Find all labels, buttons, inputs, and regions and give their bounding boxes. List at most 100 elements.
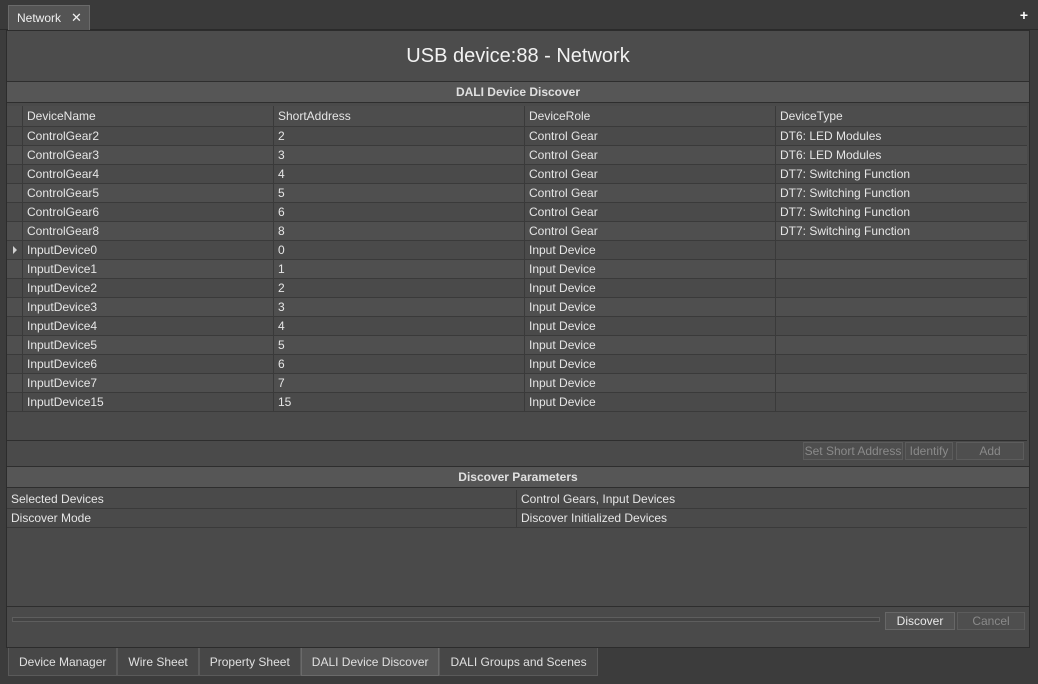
- table-row[interactable]: InputDevice5 5 Input Device: [7, 336, 1027, 355]
- tab-network[interactable]: Network ✕: [8, 5, 90, 30]
- discover-section-header: DALI Device Discover: [7, 81, 1029, 103]
- cell-device-type: DT7: Switching Function: [780, 205, 911, 219]
- cell-device-name: ControlGear4: [23, 165, 274, 183]
- tab-dali-device-discover[interactable]: DALI Device Discover: [300, 648, 440, 676]
- table-row[interactable]: InputDevice0 0 Input Device: [7, 241, 1027, 260]
- cell-device-role: Input Device: [525, 241, 776, 259]
- cell-short-address: 2: [274, 279, 525, 297]
- discover-controls: Discover Cancel: [7, 606, 1029, 634]
- column-header-devicetype[interactable]: DeviceType: [776, 106, 1027, 126]
- cell-device-type: DT6: LED Modules: [780, 148, 882, 162]
- cell-short-address: 6: [274, 203, 525, 221]
- column-header-devicename[interactable]: DeviceName: [23, 106, 274, 126]
- set-short-address-button[interactable]: Set Short Address: [803, 442, 903, 460]
- tab-dali-groups-and-scenes[interactable]: DALI Groups and Scenes: [439, 648, 598, 676]
- cell-short-address: 3: [274, 146, 525, 164]
- cell-device-type: DT6: LED Modules: [780, 129, 882, 143]
- row-indicator: [7, 374, 23, 392]
- cell-device-role: Input Device: [525, 355, 776, 373]
- column-header-shortaddress[interactable]: ShortAddress: [274, 106, 525, 126]
- cell-device-type: DT7: Switching Function: [780, 167, 911, 181]
- cell-device-role: Control Gear: [525, 222, 776, 240]
- cell-device-type: [776, 355, 1027, 373]
- cell-device-role: Control Gear: [525, 146, 776, 164]
- param-row-selected-devices[interactable]: Selected Devices Control Gears, Input De…: [7, 490, 1027, 509]
- cell-short-address: 1: [274, 260, 525, 278]
- cell-device-role: Input Device: [525, 298, 776, 316]
- cell-device-role: Control Gear: [525, 127, 776, 145]
- param-label: Selected Devices: [7, 490, 517, 508]
- row-indicator: [7, 393, 23, 411]
- cell-short-address: 4: [274, 165, 525, 183]
- tab-network-label: Network: [17, 11, 62, 25]
- cell-short-address: 8: [274, 222, 525, 240]
- grid-actions: Set Short Address Identify Add: [7, 442, 1029, 466]
- grid-header-row: DeviceName ShortAddress DeviceRole Devic…: [7, 106, 1027, 127]
- table-row[interactable]: InputDevice15 15 Input Device: [7, 393, 1027, 412]
- device-grid: DeviceName ShortAddress DeviceRole Devic…: [7, 106, 1027, 441]
- cell-device-role: Input Device: [525, 317, 776, 335]
- cell-device-name: ControlGear3: [23, 146, 274, 164]
- row-indicator: [7, 260, 23, 278]
- parameters-section-header: Discover Parameters: [7, 466, 1029, 488]
- cell-short-address: 15: [274, 393, 525, 411]
- param-value[interactable]: Discover Initialized Devices: [517, 509, 1027, 527]
- add-button[interactable]: Add: [956, 442, 1024, 460]
- column-header-devicerole[interactable]: DeviceRole: [525, 106, 776, 126]
- cell-device-name: ControlGear5: [23, 184, 274, 202]
- cell-device-role: Control Gear: [525, 184, 776, 202]
- table-row[interactable]: ControlGear8 8 Control Gear DT7: Switching …: [7, 222, 1027, 241]
- identify-button[interactable]: Identify: [905, 442, 953, 460]
- cell-short-address: 7: [274, 374, 525, 392]
- cell-device-role: Control Gear: [525, 165, 776, 183]
- cancel-button[interactable]: Cancel: [957, 612, 1025, 630]
- discover-progress-bar: [12, 617, 880, 622]
- cell-device-type: [776, 336, 1027, 354]
- cell-device-role: Input Device: [525, 260, 776, 278]
- cell-short-address: 5: [274, 336, 525, 354]
- cell-short-address: 6: [274, 355, 525, 373]
- table-row[interactable]: InputDevice2 2 Input Device: [7, 279, 1027, 298]
- tab-wire-sheet[interactable]: Wire Sheet: [117, 648, 199, 676]
- cell-device-type: [776, 374, 1027, 392]
- cell-short-address: 0: [274, 241, 525, 259]
- cell-device-name: InputDevice7: [23, 374, 274, 392]
- cell-device-type: [776, 260, 1027, 278]
- cell-device-name: InputDevice0: [23, 241, 274, 259]
- table-row[interactable]: InputDevice3 3 Input Device: [7, 298, 1027, 317]
- row-indicator: [7, 222, 23, 240]
- table-row[interactable]: InputDevice4 4 Input Device: [7, 317, 1027, 336]
- cell-device-role: Control Gear: [525, 203, 776, 221]
- table-row[interactable]: ControlGear6 6 Control Gear DT7: Switching …: [7, 203, 1027, 222]
- tab-property-sheet[interactable]: Property Sheet: [198, 648, 301, 676]
- grid-body: ControlGear2 2 Control Gear DT6: LED Module…: [7, 127, 1027, 412]
- close-icon[interactable]: ✕: [71, 10, 82, 26]
- tab-device-manager[interactable]: Device Manager: [8, 648, 118, 676]
- cell-short-address: 4: [274, 317, 525, 335]
- cell-device-role: Input Device: [525, 336, 776, 354]
- cell-device-type: [776, 279, 1027, 297]
- cell-device-name: ControlGear8: [23, 222, 274, 240]
- table-row[interactable]: ControlGear3 3 Control Gear DT6: LED Module…: [7, 146, 1027, 165]
- cell-device-type: [776, 298, 1027, 316]
- table-row[interactable]: InputDevice7 7 Input Device: [7, 374, 1027, 393]
- page-title: USB device:88 - Network: [7, 31, 1029, 81]
- view-tab-bar: Device Manager Wire Sheet Property Sheet DA…: [8, 648, 598, 676]
- table-row[interactable]: InputDevice6 6 Input Device: [7, 355, 1027, 374]
- row-indicator: [7, 241, 23, 259]
- discover-button[interactable]: Discover: [885, 612, 955, 630]
- table-row[interactable]: ControlGear5 5 Control Gear DT7: Switching …: [7, 184, 1027, 203]
- cell-device-name: InputDevice5: [23, 336, 274, 354]
- add-tab-plus-icon[interactable]: +: [1020, 7, 1028, 23]
- param-value[interactable]: Control Gears, Input Devices: [517, 490, 1027, 508]
- cell-device-name: InputDevice3: [23, 298, 274, 316]
- table-row[interactable]: ControlGear2 2 Control Gear DT6: LED Module…: [7, 127, 1027, 146]
- table-row[interactable]: ControlGear4 4 Control Gear DT7: Switching …: [7, 165, 1027, 184]
- row-indicator: [7, 127, 23, 145]
- row-indicator: [7, 298, 23, 316]
- row-indicator: [7, 279, 23, 297]
- param-row-discover-mode[interactable]: Discover Mode Discover Initialized Devic…: [7, 509, 1027, 528]
- table-row[interactable]: InputDevice1 1 Input Device: [7, 260, 1027, 279]
- param-label: Discover Mode: [7, 509, 517, 527]
- row-indicator: [7, 336, 23, 354]
